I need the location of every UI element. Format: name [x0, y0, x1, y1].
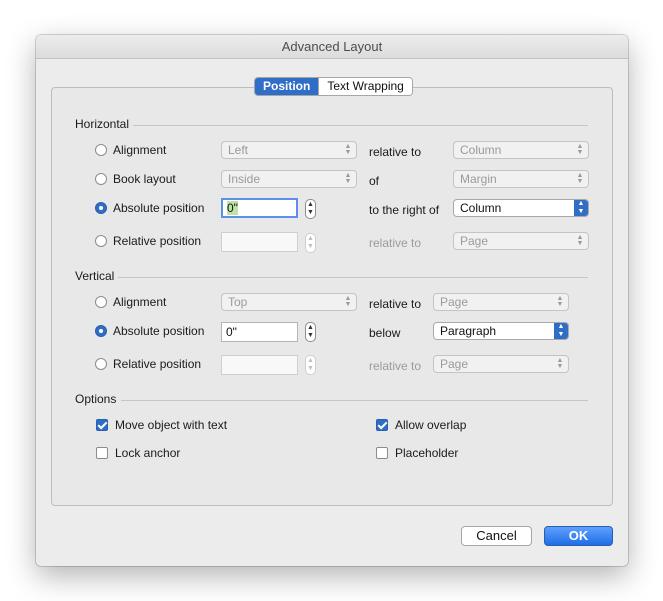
horizontal-relative-relative-value: Page	[460, 234, 489, 248]
placeholder-label: Placeholder	[395, 446, 459, 460]
vertical-divider	[118, 277, 588, 278]
vertical-absolute-relative-popup[interactable]: Paragraph ▲ ▼	[433, 322, 569, 340]
horizontal-relative-radio[interactable]	[95, 235, 107, 247]
ok-button[interactable]: OK	[544, 526, 613, 546]
horizontal-absolute-stepper[interactable]: ▲ ▼	[305, 199, 316, 219]
horizontal-absolute-input[interactable]: 0"	[221, 198, 298, 218]
allow-overlap-label: Allow overlap	[395, 418, 467, 432]
horizontal-absolute-radio[interactable]	[95, 202, 107, 214]
horizontal-absolute-relative-popup[interactable]: Column ▲ ▼	[453, 199, 589, 217]
up-down-chevron-icon: ▲ ▼	[344, 295, 352, 308]
move-object-with-text-checkbox[interactable]	[96, 419, 108, 431]
horizontal-alignment-radio-row[interactable]: Alignment	[95, 143, 166, 157]
vertical-absolute-relative-value: Paragraph	[440, 324, 497, 338]
options-divider	[121, 400, 588, 401]
horizontal-relative-label: Relative position	[113, 234, 202, 248]
allow-overlap-row[interactable]: Allow overlap	[376, 418, 466, 432]
up-down-chevron-icon: ▲ ▼	[574, 200, 588, 216]
vertical-absolute-radio[interactable]	[95, 325, 107, 337]
vertical-section-label: Vertical	[75, 269, 115, 283]
vertical-absolute-relation-label: below	[369, 326, 401, 340]
horizontal-relative-radio-row[interactable]: Relative position	[95, 234, 201, 248]
tab-position[interactable]: Position	[255, 78, 319, 95]
vertical-relative-input[interactable]	[221, 355, 298, 375]
book-layout-radio-row[interactable]: Book layout	[95, 172, 176, 186]
window-title: Advanced Layout	[36, 35, 628, 59]
vertical-absolute-stepper[interactable]: ▲ ▼	[305, 322, 316, 342]
vertical-alignment-radio-row[interactable]: Alignment	[95, 295, 166, 309]
vertical-relative-label: Relative position	[113, 357, 202, 371]
vertical-relative-stepper[interactable]: ▲ ▼	[305, 355, 316, 375]
vertical-absolute-input[interactable]: 0"	[221, 322, 298, 342]
book-layout-label: Book layout	[113, 172, 176, 186]
up-down-chevron-icon: ▲ ▼	[576, 143, 584, 156]
horizontal-alignment-label: Alignment	[113, 143, 167, 157]
options-section-label: Options	[75, 392, 117, 406]
vertical-alignment-relation-label: relative to	[369, 297, 422, 311]
vertical-absolute-value: 0"	[226, 325, 237, 339]
move-object-with-text-label: Move object with text	[115, 418, 228, 432]
horizontal-alignment-relation-label: relative to	[369, 145, 422, 159]
book-layout-value: Inside	[228, 172, 261, 186]
up-down-chevron-icon: ▲ ▼	[576, 172, 584, 185]
horizontal-absolute-relation-label: to the right of	[369, 203, 440, 217]
placeholder-checkbox[interactable]	[376, 447, 388, 459]
lock-anchor-label: Lock anchor	[115, 446, 181, 460]
horizontal-absolute-relative-value: Column	[460, 201, 502, 215]
up-down-chevron-icon: ▲ ▼	[344, 172, 352, 185]
vertical-alignment-relative-popup: Page ▲ ▼	[433, 293, 569, 311]
horizontal-alignment-radio[interactable]	[95, 144, 107, 156]
vertical-relative-relative-popup: Page ▲ ▼	[433, 355, 569, 373]
horizontal-absolute-value: 0"	[227, 201, 238, 215]
tab-text-wrapping[interactable]: Text Wrapping	[318, 78, 412, 95]
book-layout-radio[interactable]	[95, 173, 107, 185]
vertical-alignment-popup: Top ▲ ▼	[221, 293, 357, 311]
vertical-alignment-value: Top	[228, 295, 248, 309]
move-object-with-text-row[interactable]: Move object with text	[96, 418, 227, 432]
book-layout-relation-label: of	[369, 174, 380, 188]
up-down-chevron-icon: ▲ ▼	[556, 357, 564, 370]
up-down-chevron-icon: ▲ ▼	[576, 234, 584, 247]
vertical-relative-relation-label: relative to	[369, 359, 422, 373]
up-down-chevron-icon: ▲ ▼	[556, 295, 564, 308]
vertical-absolute-label: Absolute position	[113, 324, 205, 338]
horizontal-alignment-value: Left	[228, 143, 249, 157]
book-layout-relative-popup: Margin ▲ ▼	[453, 170, 589, 188]
horizontal-alignment-popup: Left ▲ ▼	[221, 141, 357, 159]
advanced-layout-dialog: Advanced Layout Position Text Wrapping H…	[36, 35, 628, 566]
horizontal-relative-input[interactable]	[221, 232, 298, 252]
stepper-arrows-icon: ▲ ▼	[307, 235, 314, 250]
horizontal-absolute-label: Absolute position	[113, 201, 205, 215]
horizontal-divider	[133, 125, 588, 126]
allow-overlap-checkbox[interactable]	[376, 419, 388, 431]
horizontal-relative-relative-popup: Page ▲ ▼	[453, 232, 589, 250]
horizontal-relative-relation-label: relative to	[369, 236, 422, 250]
vertical-absolute-radio-row[interactable]: Absolute position	[95, 324, 204, 338]
vertical-alignment-relative-value: Page	[440, 295, 469, 309]
horizontal-alignment-relative-value: Column	[460, 143, 502, 157]
up-down-chevron-icon: ▲ ▼	[344, 143, 352, 156]
stepper-arrows-icon: ▲ ▼	[307, 324, 314, 339]
vertical-relative-relative-value: Page	[440, 357, 469, 371]
stepper-arrows-icon: ▲ ▼	[307, 357, 314, 372]
horizontal-absolute-radio-row[interactable]: Absolute position	[95, 201, 204, 215]
book-layout-relative-value: Margin	[460, 172, 497, 186]
up-down-chevron-icon: ▲ ▼	[554, 323, 568, 339]
book-layout-popup: Inside ▲ ▼	[221, 170, 357, 188]
vertical-relative-radio-row[interactable]: Relative position	[95, 357, 201, 371]
lock-anchor-row[interactable]: Lock anchor	[96, 446, 180, 460]
cancel-button[interactable]: Cancel	[461, 526, 532, 546]
horizontal-relative-stepper[interactable]: ▲ ▼	[305, 233, 316, 253]
horizontal-section-label: Horizontal	[75, 117, 130, 131]
vertical-alignment-radio[interactable]	[95, 296, 107, 308]
lock-anchor-checkbox[interactable]	[96, 447, 108, 459]
vertical-alignment-label: Alignment	[113, 295, 167, 309]
horizontal-alignment-relative-popup: Column ▲ ▼	[453, 141, 589, 159]
tab-bar: Position Text Wrapping	[254, 77, 413, 96]
stepper-arrows-icon: ▲ ▼	[307, 201, 314, 216]
vertical-relative-radio[interactable]	[95, 358, 107, 370]
placeholder-row[interactable]: Placeholder	[376, 446, 458, 460]
